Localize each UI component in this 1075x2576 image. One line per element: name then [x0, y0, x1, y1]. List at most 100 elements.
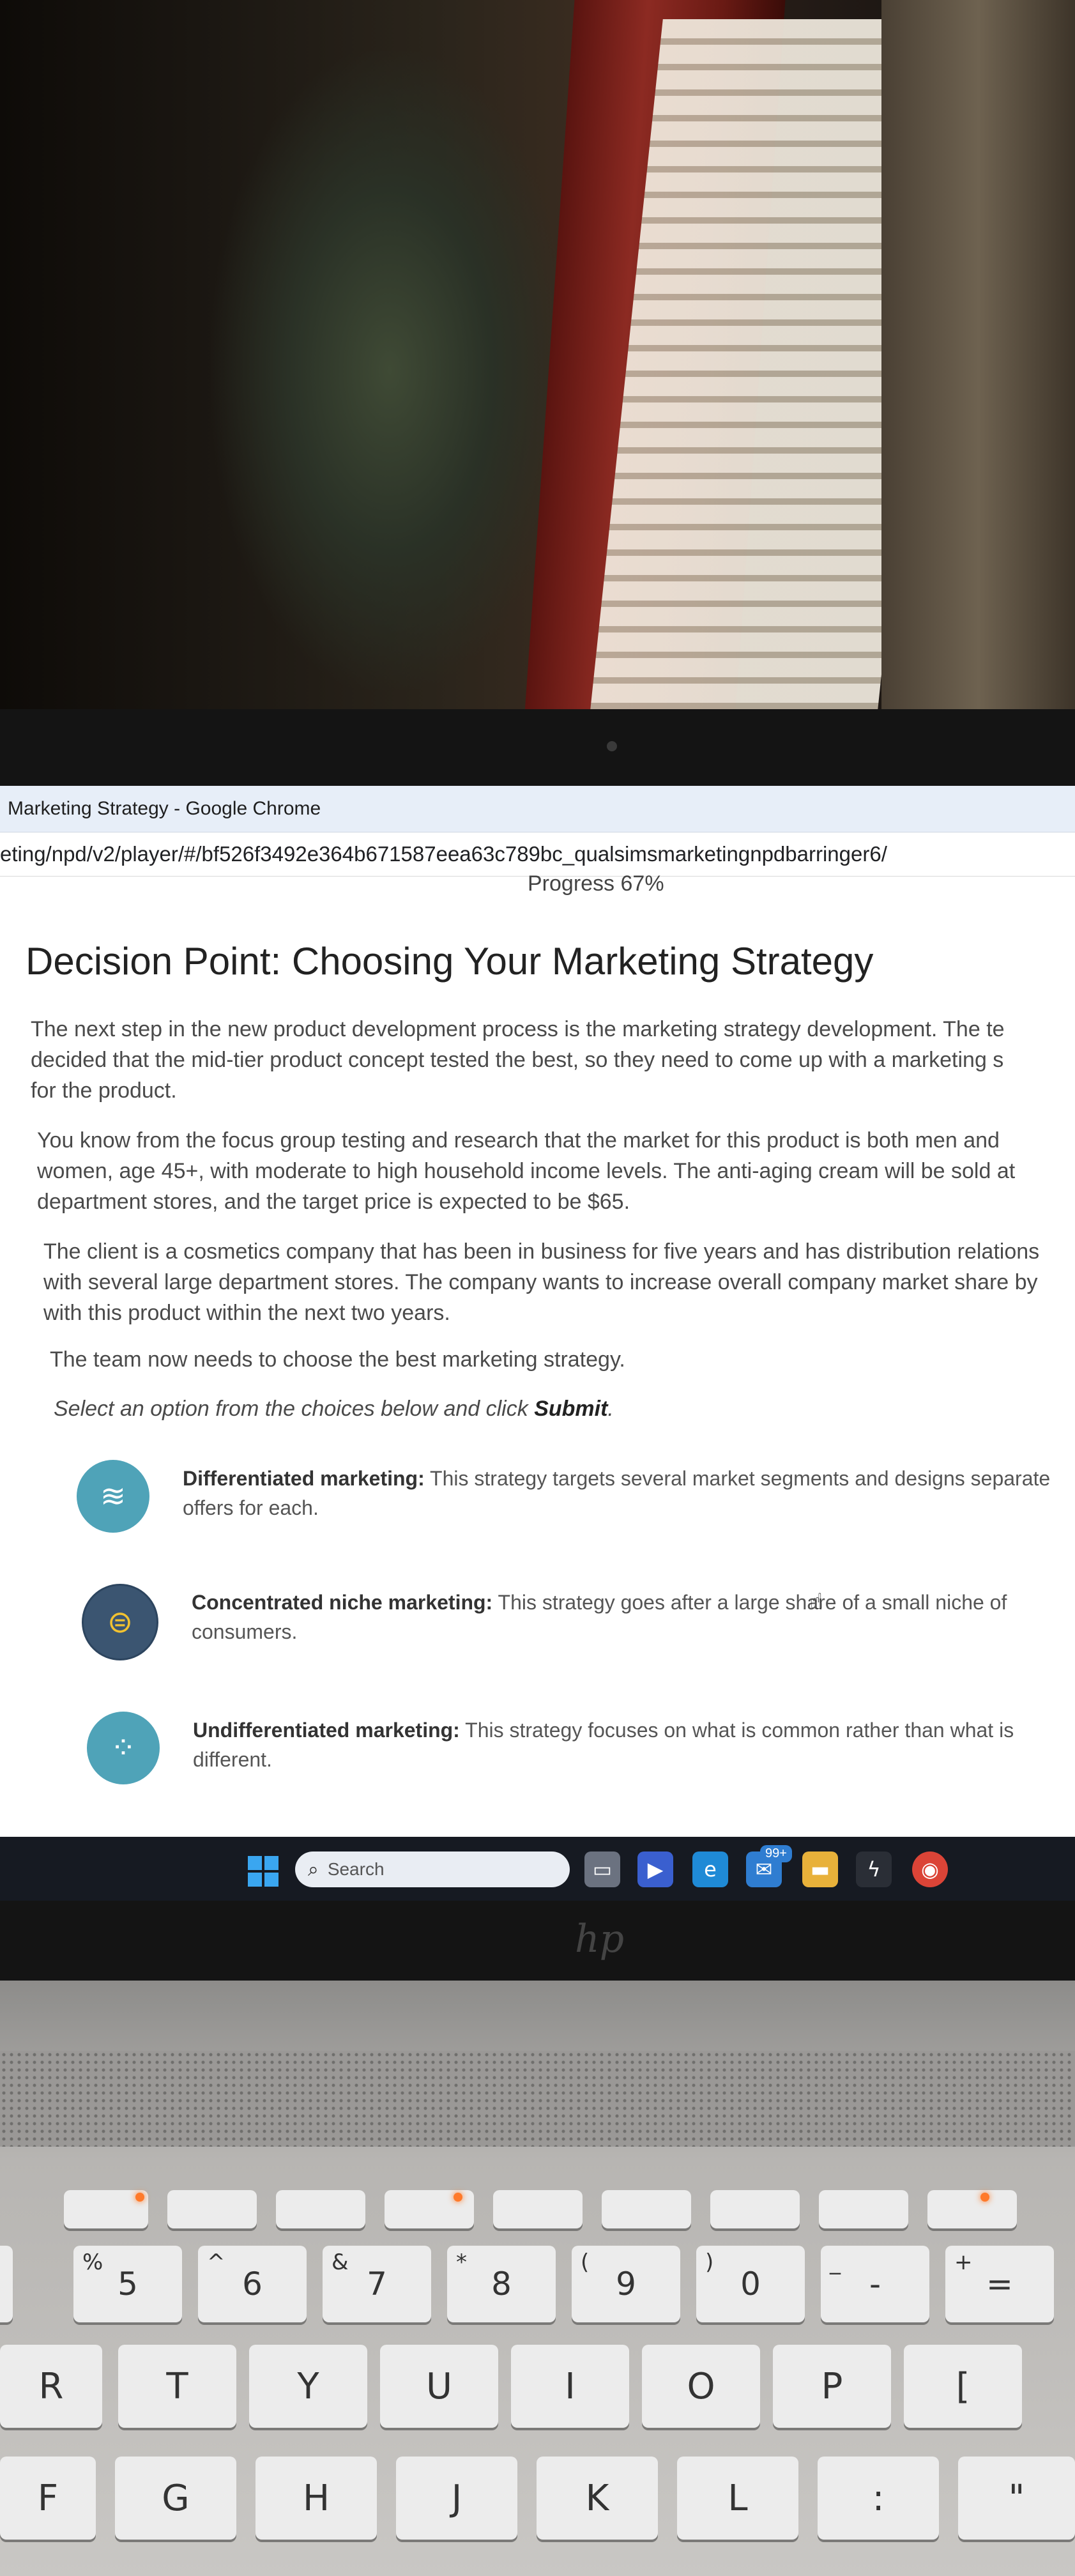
dotted-circle-icon: ⁘ — [87, 1712, 160, 1784]
paragraph-market: You know from the focus group testing an… — [26, 1125, 1073, 1217]
key-i[interactable]: I — [511, 2345, 629, 2428]
zoom-icon[interactable]: ▶ — [637, 1851, 673, 1887]
bolt-icon[interactable]: ϟ — [856, 1851, 892, 1887]
key-label: G — [162, 2477, 190, 2519]
key-shift-label: & — [332, 2250, 349, 2275]
key-label: 6 — [242, 2266, 263, 2303]
instruction-text: Select an option from the choices below … — [54, 1397, 1073, 1422]
key-shift-label: * — [456, 2250, 467, 2275]
key-label: Y — [297, 2365, 319, 2407]
chrome-title-bar: Marketing Strategy - Google Chrome — [0, 786, 1075, 832]
edge-icon[interactable]: e — [692, 1851, 728, 1887]
windows-start-icon[interactable] — [248, 1856, 278, 1887]
key-label: 9 — [616, 2266, 636, 2303]
key-j[interactable]: J — [396, 2457, 517, 2540]
key-8[interactable]: * 8 — [447, 2246, 556, 2322]
key-label: 5 — [118, 2266, 138, 2303]
fn-key[interactable] — [167, 2190, 257, 2228]
paragraph-intro: The next step in the new product develop… — [26, 1014, 1073, 1106]
option-text: Differentiated marketing: This strategy … — [183, 1460, 1051, 1522]
fn-key[interactable] — [819, 2190, 908, 2228]
key-y[interactable]: Y — [249, 2345, 367, 2428]
key-label: [ — [956, 2365, 970, 2407]
fn-key[interactable] — [493, 2190, 583, 2228]
key-f[interactable]: F — [0, 2457, 96, 2540]
option-title: Concentrated niche marketing: — [192, 1591, 493, 1614]
text-line: women, age 45+, with moderate to high ho… — [37, 1159, 1016, 1183]
webcam — [607, 741, 617, 751]
key-h[interactable]: H — [255, 2457, 377, 2540]
task-view-icon[interactable]: ▭ — [584, 1851, 620, 1887]
key-4[interactable]: 4 — [0, 2246, 13, 2322]
key-label: H — [302, 2477, 330, 2519]
fn-key[interactable] — [710, 2190, 800, 2228]
key-shift-label: % — [82, 2250, 103, 2275]
submit-keyword: Submit — [534, 1397, 608, 1421]
speaker-grille — [0, 2051, 1075, 2147]
key-p[interactable]: P — [773, 2345, 891, 2428]
key-5[interactable]: % 5 — [73, 2246, 182, 2322]
key-9[interactable]: (9 — [572, 2246, 680, 2322]
mute-led — [135, 2193, 144, 2202]
option-text: Concentrated niche marketing: This strat… — [192, 1584, 1060, 1646]
fn-key[interactable] — [602, 2190, 691, 2228]
key-equals[interactable]: + = — [945, 2246, 1054, 2322]
key-shift-label: + — [954, 2250, 973, 2275]
key-o[interactable]: O — [642, 2345, 760, 2428]
mic-led — [454, 2193, 462, 2202]
key-6[interactable]: ^ 6 — [198, 2246, 307, 2322]
option-concentrated[interactable]: ⊜ Concentrated niche marketing: This str… — [82, 1584, 1073, 1660]
option-undifferentiated[interactable]: ⁘ Undifferentiated marketing: This strat… — [87, 1712, 1073, 1784]
key-k[interactable]: K — [537, 2457, 658, 2540]
key-r[interactable]: R — [0, 2345, 102, 2428]
option-differentiated[interactable]: ≋ Differentiated marketing: This strateg… — [77, 1460, 1073, 1533]
key-g[interactable]: G — [115, 2457, 236, 2540]
spotify-like-icon: ≋ — [77, 1460, 149, 1533]
option-text: Undifferentiated marketing: This strateg… — [193, 1712, 1062, 1774]
instruction-suffix: . — [607, 1397, 614, 1421]
text-line: with this product within the next two ye… — [43, 1301, 450, 1325]
fn-key[interactable] — [927, 2190, 1017, 2228]
key-semicolon[interactable]: : — [818, 2457, 939, 2540]
key-label: K — [585, 2477, 609, 2519]
target-coin-icon: ⊜ — [82, 1584, 158, 1660]
folder-icon[interactable]: ▬ — [802, 1851, 838, 1887]
fn-key[interactable] — [276, 2190, 365, 2228]
key-7[interactable]: & 7 — [323, 2246, 431, 2322]
text-line: decided that the mid-tier product concep… — [31, 1048, 1004, 1072]
address-bar[interactable]: eting/npd/v2/player/#/bf526f3492e364b671… — [0, 832, 1075, 877]
window-title: Marketing Strategy - Google Chrome — [8, 798, 321, 819]
text-line: The client is a cosmetics company that h… — [43, 1239, 1040, 1264]
page-title: Decision Point: Choosing Your Marketing … — [26, 940, 874, 983]
key-0[interactable]: ) 0 — [696, 2246, 805, 2322]
progress-indicator: Progress 67% — [528, 871, 664, 896]
camera-led — [980, 2193, 989, 2202]
url-text: eting/npd/v2/player/#/bf526f3492e364b671… — [0, 842, 887, 866]
laptop-screen: Marketing Strategy - Google Chrome eting… — [0, 786, 1075, 1837]
key-label: I — [565, 2365, 576, 2407]
key-label: L — [728, 2477, 748, 2519]
key-label: J — [451, 2477, 462, 2519]
chrome-icon[interactable]: ◉ — [912, 1851, 948, 1887]
key-label: O — [687, 2365, 715, 2407]
text-line: for the product. — [31, 1078, 177, 1103]
key-bracket-left[interactable]: [ — [904, 2345, 1022, 2428]
taskbar-search[interactable]: ⌕ Search — [295, 1851, 570, 1887]
key-u[interactable]: U — [380, 2345, 498, 2428]
key-l[interactable]: L — [677, 2457, 798, 2540]
room-background — [0, 0, 1075, 722]
key-shift-label: ) — [705, 2250, 714, 2275]
wall — [881, 0, 1075, 722]
key-label: 7 — [367, 2266, 387, 2303]
key-minus[interactable]: _ - — [821, 2246, 929, 2322]
key-quote[interactable]: " — [958, 2457, 1075, 2540]
search-placeholder: Search — [327, 1859, 385, 1879]
text-line: department stores, and the target price … — [37, 1190, 630, 1214]
hp-logo: hp — [575, 1917, 625, 1961]
text-line: with several large department stores. Th… — [43, 1270, 1038, 1294]
paragraph-client: The client is a cosmetics company that h… — [26, 1236, 1073, 1328]
key-t[interactable]: T — [118, 2345, 236, 2428]
option-title: Undifferentiated marketing: — [193, 1719, 460, 1742]
key-label: 0 — [740, 2266, 761, 2303]
key-shift-label: _ — [830, 2250, 841, 2275]
